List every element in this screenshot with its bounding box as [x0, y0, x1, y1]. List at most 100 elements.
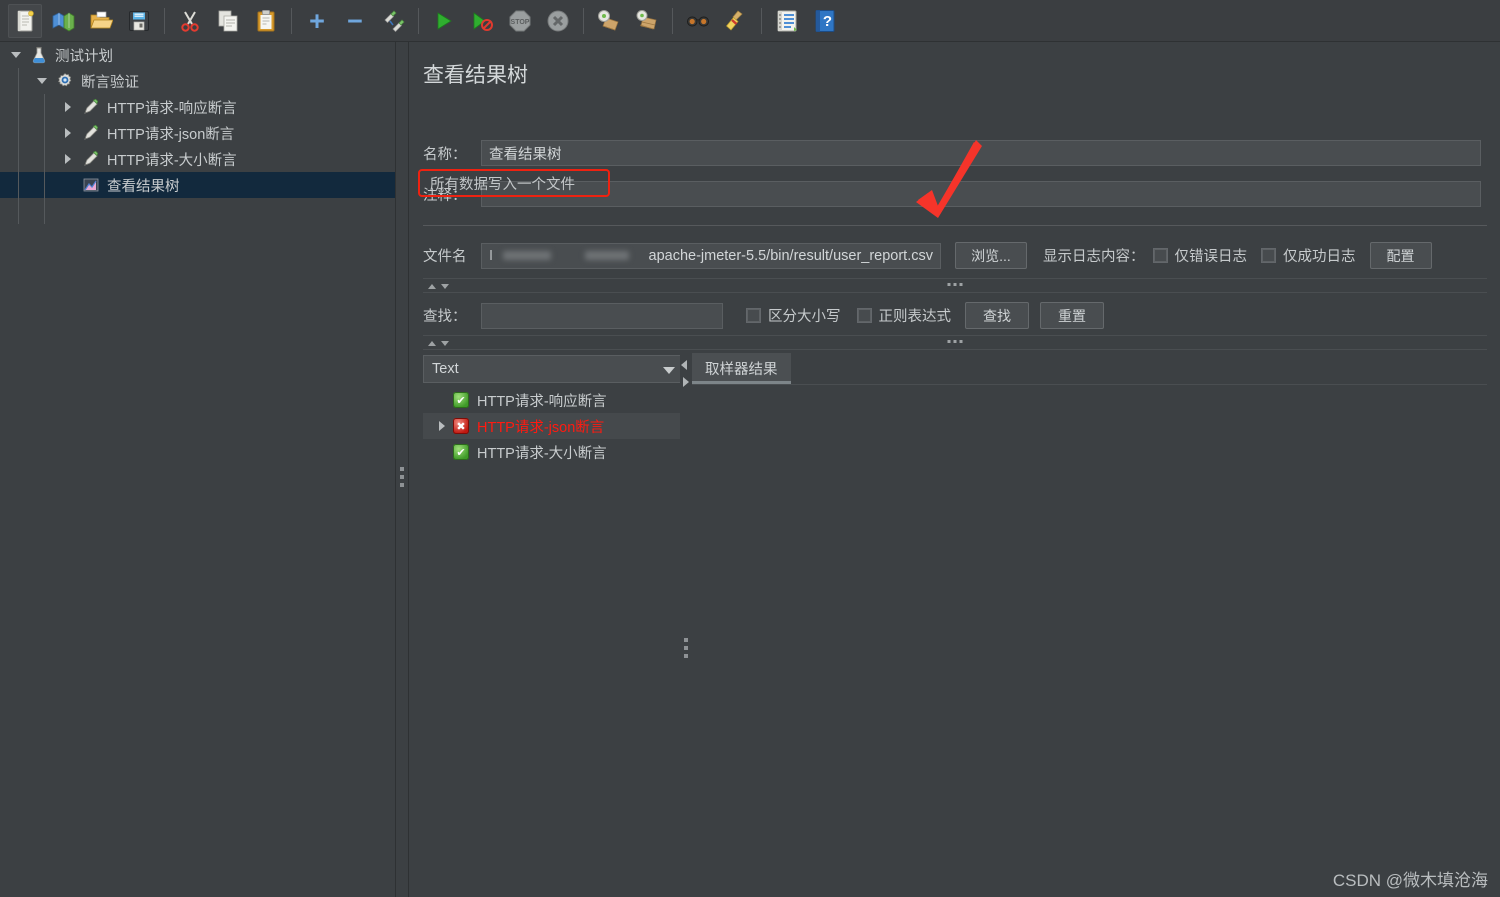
name-input[interactable]: [481, 140, 1481, 166]
write-all-data-label: 所有数据写入一个文件: [430, 177, 575, 193]
reset-search-button[interactable]: 重置: [1040, 302, 1104, 329]
shutdown-icon[interactable]: [541, 4, 575, 38]
filename-label: 文件名: [423, 249, 467, 265]
regex-checkbox-wrap[interactable]: 正则表达式: [856, 305, 952, 326]
help-icon[interactable]: ?: [808, 4, 842, 38]
comment-row: 注释：: [423, 181, 1487, 207]
errors-only-checkbox[interactable]: [1152, 248, 1168, 263]
view-results-tree-panel: 查看结果树 名称： 注释： 文件名 I apache-jmeter-5.5/bi…: [409, 42, 1500, 897]
filename-value: apache-jmeter-5.5/bin/result/user_report…: [648, 247, 934, 264]
paste-icon[interactable]: [249, 4, 283, 38]
collapse-up-icon[interactable]: [428, 341, 436, 346]
chevron-right-icon[interactable]: [56, 120, 80, 146]
result-row[interactable]: ✔ HTTP请求-大小断言: [423, 439, 685, 465]
browse-button[interactable]: 浏览...: [955, 242, 1027, 269]
chevron-right-icon[interactable]: [56, 146, 80, 172]
renderer-select[interactable]: Text: [423, 355, 685, 383]
svg-text:?: ?: [823, 13, 832, 30]
tree-node-label: HTTP请求-响应断言: [107, 100, 237, 117]
assertion-pass-icon: ✔: [453, 392, 469, 408]
success-only-checkbox[interactable]: [1261, 248, 1276, 263]
errors-only-label: 仅错误日志: [1174, 249, 1248, 265]
search-input[interactable]: [481, 302, 723, 329]
errors-only-checkbox-wrap[interactable]: 仅错误日志: [1152, 245, 1248, 266]
separator: [583, 7, 584, 34]
comment-input[interactable]: [481, 181, 1481, 207]
copy-icon[interactable]: [211, 4, 245, 38]
cut-icon[interactable]: [173, 4, 207, 38]
assertion-pass-icon: ✔: [453, 444, 469, 460]
results-splitter[interactable]: [680, 353, 692, 897]
splitter-grip[interactable]: [684, 638, 688, 662]
function-helper-icon[interactable]: [770, 4, 804, 38]
collapse-up-icon[interactable]: [428, 284, 436, 289]
result-row[interactable]: ✔ HTTP请求-响应断言: [423, 387, 685, 413]
test-plan-icon: [28, 46, 50, 64]
chevron-down-icon[interactable]: [30, 68, 54, 94]
collapse-right-icon[interactable]: [683, 377, 689, 387]
drag-dots[interactable]: [947, 283, 963, 286]
regex-label: 正则表达式: [878, 309, 952, 325]
result-label: HTTP请求-响应断言: [477, 393, 607, 410]
success-only-checkbox-wrap[interactable]: 仅成功日志: [1261, 245, 1356, 266]
save-icon[interactable]: [122, 4, 156, 38]
chevron-down-icon[interactable]: [663, 367, 675, 374]
drag-dots[interactable]: [947, 340, 963, 343]
collapse-down-icon[interactable]: [441, 341, 449, 346]
test-plan-tree[interactable]: 测试计划 断言验证 HTTP请求-响应断言 HTTP请求-json断言 HTTP…: [0, 42, 396, 897]
open-file-icon[interactable]: [84, 4, 118, 38]
search-row: 查找： 区分大小写 正则表达式 查找 重置: [423, 302, 1104, 329]
collapse-all-icon[interactable]: −: [338, 4, 372, 38]
configure-button[interactable]: 配置: [1369, 242, 1432, 269]
expand-all-icon[interactable]: +: [300, 4, 334, 38]
view-results-tree-icon: [80, 176, 102, 194]
tree-node-http-size-assertion[interactable]: HTTP请求-大小断言: [0, 146, 395, 172]
tree-node-label: HTTP请求-json断言: [107, 126, 235, 143]
tree-node-http-json-assertion[interactable]: HTTP请求-json断言: [0, 120, 395, 146]
case-sensitive-checkbox[interactable]: [746, 308, 761, 323]
search-icon[interactable]: [681, 4, 715, 38]
tree-node-label: 查看结果树: [107, 178, 180, 195]
success-only-label: 仅成功日志: [1283, 249, 1356, 265]
tree-node-http-response-assertion[interactable]: HTTP请求-响应断言: [0, 94, 395, 120]
filename-input[interactable]: I apache-jmeter-5.5/bin/result/user_repo…: [481, 242, 941, 269]
result-label: HTTP请求-json断言: [477, 419, 605, 436]
new-test-plan-icon[interactable]: [8, 3, 42, 38]
separator: [291, 7, 292, 34]
collapse-down-icon[interactable]: [441, 284, 449, 289]
separator: [761, 7, 762, 34]
results-list[interactable]: ✔ HTTP请求-响应断言 ✖ HTTP请求-json断言 ✔ HTTP请求-大…: [423, 387, 685, 887]
chevron-down-icon[interactable]: [4, 42, 28, 68]
result-row[interactable]: ✖ HTTP请求-json断言: [423, 413, 685, 439]
tree-node-test-plan[interactable]: 测试计划: [0, 42, 395, 68]
chevron-right-icon[interactable]: [56, 94, 80, 120]
clear-icon[interactable]: [592, 4, 626, 38]
redacted-path-segment-1: [503, 251, 551, 260]
results-collapse-bar[interactable]: [423, 335, 1487, 350]
separator: [418, 7, 419, 34]
name-row: 名称：: [423, 140, 1487, 166]
main-splitter[interactable]: [396, 42, 409, 897]
splitter-grip[interactable]: [400, 467, 404, 491]
reset-search-icon[interactable]: [719, 4, 753, 38]
name-label: 名称：: [423, 146, 467, 163]
show-log-label: 显示日志内容：: [1043, 249, 1145, 265]
clear-all-icon[interactable]: [630, 4, 664, 38]
templates-icon[interactable]: [46, 4, 80, 38]
collapse-left-icon[interactable]: [681, 360, 687, 370]
regex-checkbox[interactable]: [856, 308, 872, 323]
tab-sampler-result[interactable]: 取样器结果: [692, 353, 791, 384]
toggle-icon[interactable]: [376, 4, 410, 38]
tree-node-thread-group[interactable]: 断言验证: [0, 68, 395, 94]
sampler-result-body[interactable]: [692, 384, 1487, 897]
case-sensitive-label: 区分大小写: [768, 309, 841, 325]
tree-node-view-results-tree[interactable]: 查看结果树: [0, 172, 395, 198]
find-button[interactable]: 查找: [965, 302, 1029, 329]
case-sensitive-checkbox-wrap[interactable]: 区分大小写: [746, 305, 841, 326]
stop-icon[interactable]: STOP: [503, 4, 537, 38]
search-collapse-bar[interactable]: [423, 278, 1487, 293]
start-no-pauses-icon[interactable]: [465, 4, 499, 38]
start-icon[interactable]: [427, 4, 461, 38]
chevron-right-icon[interactable]: [431, 421, 453, 431]
